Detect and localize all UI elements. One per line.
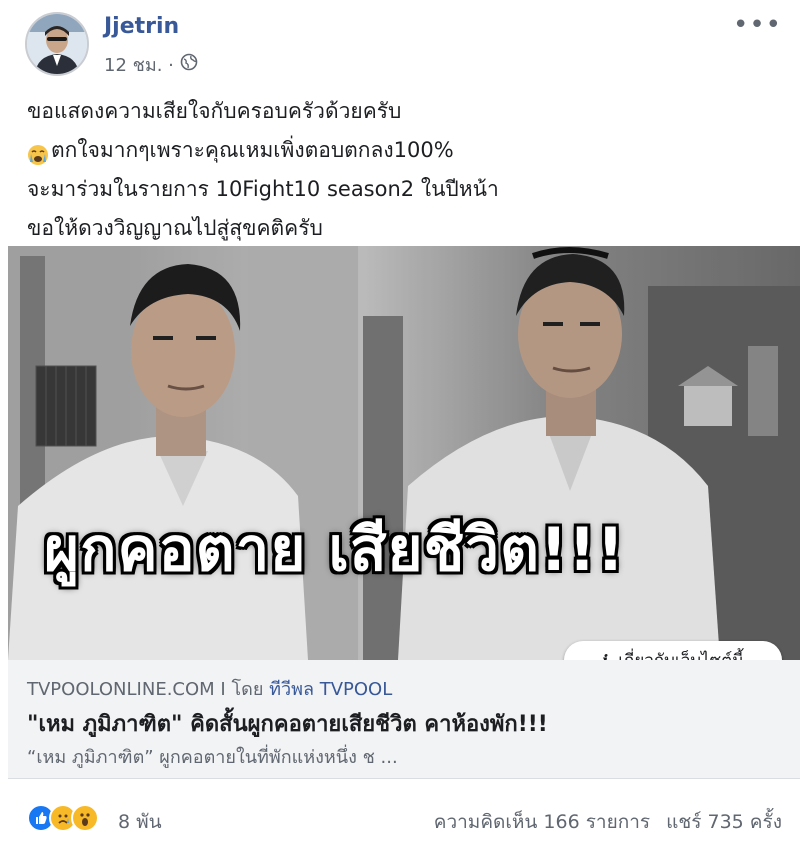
- post-line: ตกใจมากๆเพราะคุณเหมเพิ่งตอบตกลง100%: [51, 138, 454, 162]
- reaction-count[interactable]: 8 พัน: [118, 807, 162, 837]
- image-headline: ผูกคอตาย เสียชีวิต!!!: [44, 514, 626, 585]
- globe-icon: [180, 53, 198, 76]
- reaction-icons[interactable]: [27, 804, 99, 832]
- crying-emoji-icon: [27, 140, 49, 165]
- avatar-image: [27, 14, 87, 74]
- post-line: ขอแสดงความเสียใจกับครอบครัวด้วยครับ: [27, 99, 402, 123]
- shared-link-image[interactable]: [8, 246, 800, 660]
- post-footer: 8 พัน ความคิดเห็น 166 รายการ แชร์ 735 คร…: [0, 790, 800, 848]
- facebook-post: Jjetrin 12 ชม. · ••• ขอแสดงความเสียใจกับ…: [0, 0, 800, 848]
- post-text: ขอแสดงความเสียใจกับครอบครัวด้วยครับ ตกใจ…: [27, 92, 787, 248]
- link-preview[interactable]: TVPOOLONLINE.COM I โดย ทีวีพล TVPOOL "เห…: [8, 660, 800, 779]
- photo-two-men: [8, 246, 800, 660]
- publisher-link[interactable]: ทีวีพล TVPOOL: [269, 679, 392, 700]
- link-domain-row: TVPOOLONLINE.COM I โดย ทีวีพล TVPOOL: [27, 674, 392, 703]
- link-description: “เหม ภูมิภาฑิต” ผูกคอตายในที่พักแห่งหนึ่…: [27, 747, 398, 768]
- post-line: จะมาร่วมในรายการ 10Fight10 season2 ในปีห…: [27, 177, 499, 201]
- post-meta: 12 ชม. ·: [104, 50, 198, 79]
- post-time[interactable]: 12 ชม. ·: [104, 50, 174, 79]
- share-count[interactable]: แชร์ 735 ครั้ง: [666, 807, 782, 837]
- by-label: โดย: [231, 679, 264, 700]
- post-line: ขอให้ดวงวิญญาณไปสู่สุขคติครับ: [27, 216, 323, 240]
- avatar[interactable]: [25, 12, 89, 76]
- author-name[interactable]: Jjetrin: [104, 14, 179, 39]
- link-title[interactable]: "เหม ภูมิภาฑิต" คิดสั้นผูกคอตายเสียชีวิต…: [27, 706, 548, 741]
- post-stats: ความคิดเห็น 166 รายการ แชร์ 735 ครั้ง: [434, 807, 782, 837]
- image-headline-overlay: ผูกคอตาย เสียชีวิต!!!: [44, 506, 784, 592]
- separator: I: [220, 679, 226, 700]
- post-line-with-emoji: ตกใจมากๆเพราะคุณเหมเพิ่งตอบตกลง100%: [27, 131, 787, 170]
- link-domain: TVPOOLONLINE.COM: [27, 679, 215, 700]
- more-options-icon[interactable]: •••: [733, 10, 782, 40]
- wow-icon: [71, 804, 99, 832]
- comment-count[interactable]: ความคิดเห็น 166 รายการ: [434, 807, 650, 837]
